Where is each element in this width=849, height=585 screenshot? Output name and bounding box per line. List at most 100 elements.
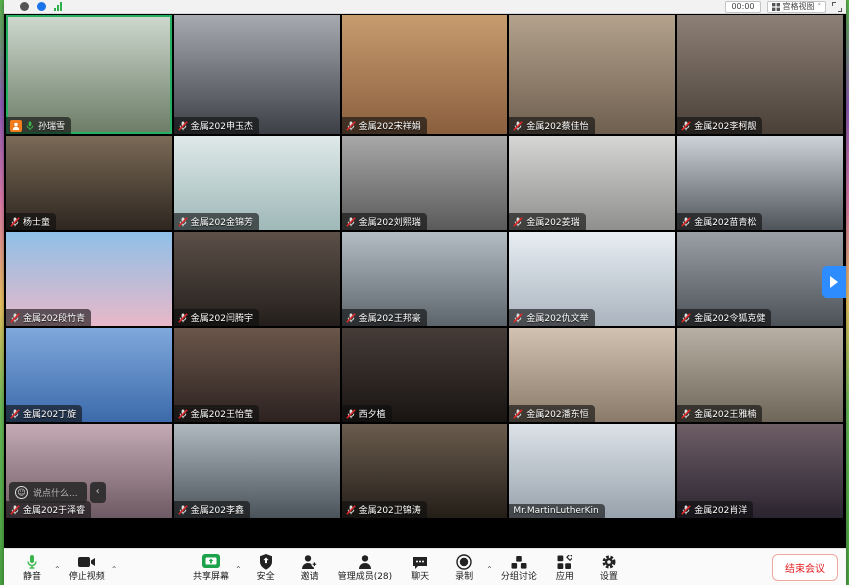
participant-label: 金属202申玉杰	[174, 117, 259, 134]
participant-tile[interactable]: 孙瑞雪	[6, 15, 172, 134]
participant-name: 金属202卫锦涛	[359, 503, 421, 516]
participant-label: 杨士童	[6, 213, 56, 230]
video-options-chevron-icon[interactable]: ⌃	[111, 565, 118, 574]
fullscreen-icon[interactable]	[832, 2, 842, 12]
chat-input[interactable]: ☺ 说点什么...	[9, 482, 87, 503]
participant-tile[interactable]: 金属202段竹青	[6, 232, 172, 326]
participant-tile[interactable]: 西夕植	[342, 328, 508, 422]
participant-name: 金属202蔡佳怡	[526, 119, 588, 132]
apps-icon	[557, 554, 572, 571]
end-meeting-button[interactable]: 结束会议	[772, 554, 838, 581]
participant-tile[interactable]: 金属202王雅楠	[677, 328, 843, 422]
participant-tile[interactable]: 金属202王邦豪	[342, 232, 508, 326]
settings-button[interactable]: 设置	[589, 552, 629, 583]
mic-muted-icon	[681, 409, 691, 419]
manage-participants-button[interactable]: 管理成员(28)	[334, 552, 396, 583]
participant-name: Mr.MartinLutherKin	[513, 506, 598, 516]
participant-label: 金属202姜瑞	[509, 213, 585, 230]
shield-icon	[259, 554, 273, 571]
mic-muted-icon	[178, 505, 188, 515]
participant-tile[interactable]: 金属202王怡莹	[174, 328, 340, 422]
participant-tile[interactable]: 金属202丁旋	[6, 328, 172, 422]
participant-tile[interactable]: 金属202姜瑞	[509, 136, 675, 230]
participant-tile[interactable]: 金属202于泽睿	[6, 424, 172, 518]
share-screen-button[interactable]: 共享屏幕	[189, 552, 233, 583]
encryption-shield-icon[interactable]	[37, 2, 46, 11]
info-icon[interactable]	[20, 2, 29, 11]
participant-name: 金属202令狐克健	[694, 311, 765, 324]
participant-label: 金属202潘东恒	[509, 405, 594, 422]
mic-muted-icon	[10, 409, 20, 419]
participant-name: 金属202于泽睿	[23, 503, 85, 516]
next-page-button[interactable]	[822, 266, 846, 298]
participant-tile[interactable]: Mr.MartinLutherKin	[509, 424, 675, 518]
participant-tile[interactable]: 金属202宋祥娟	[342, 15, 508, 134]
apps-button[interactable]: 应用	[545, 552, 585, 583]
stop-video-button[interactable]: 停止视频	[65, 552, 109, 583]
participant-label: 金属202王怡莹	[174, 405, 259, 422]
participant-tile[interactable]: 金属202闫腾宇	[174, 232, 340, 326]
mic-muted-icon	[346, 313, 356, 323]
settings-label: 设置	[600, 572, 618, 582]
mic-muted-icon	[513, 313, 523, 323]
participant-name: 金属202姜瑞	[526, 215, 579, 228]
mute-button[interactable]: 静音	[12, 552, 52, 583]
record-button[interactable]: 录制	[444, 552, 484, 583]
mic-muted-icon	[681, 505, 691, 515]
mic-muted-icon	[681, 217, 691, 227]
toolbar: 静音 ⌃ 停止视频 ⌃ 共享屏幕 ⌃	[4, 548, 846, 585]
mute-label: 静音	[23, 572, 41, 582]
security-button[interactable]: 安全	[246, 552, 286, 583]
chat-collapse-button[interactable]: ‹	[90, 482, 106, 503]
mute-options-chevron-icon[interactable]: ⌃	[54, 565, 61, 574]
participant-tile[interactable]: 金属202刘熙瑞	[342, 136, 508, 230]
chat-placeholder: 说点什么...	[33, 486, 78, 499]
participant-name: 金属202宋祥娟	[359, 119, 421, 132]
stop-video-label: 停止视频	[69, 572, 105, 582]
participant-tile[interactable]: 金属202李鑫	[174, 424, 340, 518]
chat-button[interactable]: 聊天	[400, 552, 440, 583]
participant-tile[interactable]: 金属202申玉杰	[174, 15, 340, 134]
share-screen-label: 共享屏幕	[193, 572, 229, 582]
security-label: 安全	[257, 572, 275, 582]
view-mode-button[interactable]: 宫格视图 ˅	[767, 1, 827, 13]
participant-tile[interactable]: 金属202潘东恒	[509, 328, 675, 422]
record-label: 录制	[455, 572, 473, 582]
participant-label: 金属202李柯靓	[677, 117, 762, 134]
invite-button[interactable]: 邀请	[290, 552, 330, 583]
mic-muted-icon	[178, 121, 188, 131]
breakout-rooms-icon	[511, 554, 527, 571]
participant-tile[interactable]: 金属202蔡佳怡	[509, 15, 675, 134]
participant-name: 金属202刘熙瑞	[359, 215, 421, 228]
participant-tile[interactable]: 金属202卫锦涛	[342, 424, 508, 518]
participant-tile[interactable]: 金属202苗青松	[677, 136, 843, 230]
participant-tile[interactable]: 杨士童	[6, 136, 172, 230]
participant-label: 金属202刘熙瑞	[342, 213, 427, 230]
grid-view-icon	[772, 3, 780, 11]
emoji-icon[interactable]: ☺	[15, 486, 28, 499]
mic-muted-icon	[346, 409, 356, 419]
participant-tile[interactable]: 金属202仇文举	[509, 232, 675, 326]
host-badge-icon	[10, 120, 22, 132]
invite-person-icon	[301, 554, 318, 571]
apps-label: 应用	[556, 572, 574, 582]
participant-label: 金属202宋祥娟	[342, 117, 427, 134]
participant-tile[interactable]: 金属202李柯靓	[677, 15, 843, 134]
mic-muted-icon	[346, 121, 356, 131]
participant-name: 金属202闫腾宇	[191, 311, 253, 324]
participant-label: 金属202苗青松	[677, 213, 762, 230]
meeting-window: 00:00 宫格视图 ˅ 孙瑞雪 金属202申玉杰	[4, 0, 846, 585]
participant-tile[interactable]: 金属202肖洋	[677, 424, 843, 518]
share-options-chevron-icon[interactable]: ⌃	[235, 565, 242, 574]
participant-label: 金属202令狐克健	[677, 309, 771, 326]
participant-tile[interactable]: 金属202令狐克健	[677, 232, 843, 326]
participant-tile[interactable]: 金属202金锦芳	[174, 136, 340, 230]
participant-name: 杨士童	[23, 215, 50, 228]
mic-muted-icon	[178, 313, 188, 323]
record-options-chevron-icon[interactable]: ⌃	[486, 565, 493, 574]
video-area: 孙瑞雪 金属202申玉杰 金属202宋祥娟 金属202蔡佳怡 金属202李柯靓	[4, 14, 846, 548]
participant-name: 金属202潘东恒	[526, 407, 588, 420]
breakout-rooms-button[interactable]: 分组讨论	[497, 552, 541, 583]
participant-label: Mr.MartinLutherKin	[509, 504, 604, 518]
mic-on-icon	[25, 121, 35, 131]
